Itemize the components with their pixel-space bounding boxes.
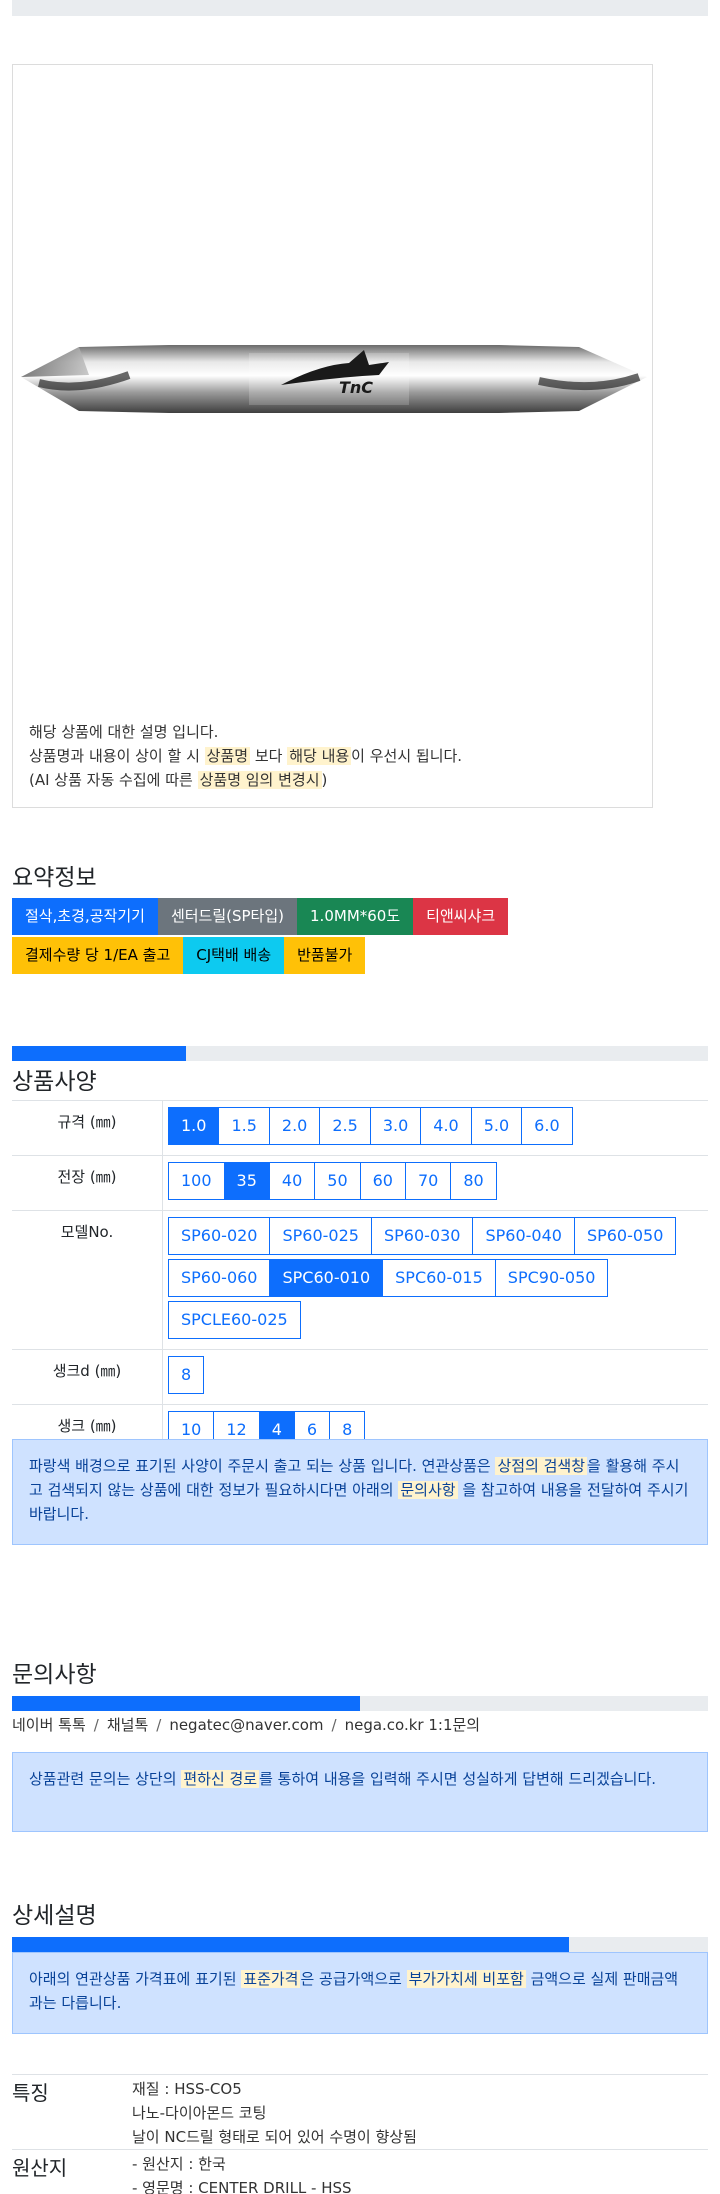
inquiry-progress-bar (12, 1696, 708, 1711)
spec-option-button[interactable]: 4.0 (420, 1107, 472, 1145)
spec-option-button[interactable]: SP60-030 (370, 1217, 474, 1255)
summary-badge: 절삭,초경,공작기기 (12, 898, 158, 935)
channel-separator: / (331, 1716, 337, 1734)
contact-channels: 네이버 톡톡 / 채널톡 / negatec@naver.com / nega.co.kr … (12, 1714, 480, 1735)
spec-option-button[interactable]: 40 (268, 1162, 316, 1200)
specs-progress-bar (12, 1046, 708, 1061)
spec-option-group: SP60-020 SP60-025 SP60-030 SP60-040 SP60-050… (168, 1217, 708, 1343)
desc-line-2: 상품명과 내용이 상이 할 시 상품명 보다 해당 내용 이 우선시 됩니다. (29, 747, 463, 765)
spec-option-button[interactable]: 8 (168, 1356, 205, 1394)
feature-line: - 영문명 : CENTER DRILL - HSS (132, 2179, 352, 2194)
spec-label: 생크d (㎜) (12, 1349, 163, 1405)
spec-options: 1.0 1.5 2.0 2.5 3.0 4.0 5.0 6.0 (162, 1100, 708, 1156)
specs-notice: 파랑색 배경으로 표기된 사양이 주문시 출고 되는 상품 입니다. 연관상품은… (12, 1439, 708, 1545)
contact-channel-link[interactable]: 채널톡 (107, 1716, 148, 1734)
feature-label: 특징 (12, 2074, 132, 2150)
spec-option-button[interactable]: 50 (314, 1162, 361, 1200)
feature-row: 원산지 - 원산지 : 한국 - 영문명 : CENTER DRILL - HSS (12, 2149, 708, 2194)
spec-options: 8 (162, 1349, 708, 1405)
spec-option-button[interactable]: 70 (404, 1162, 452, 1200)
channel-separator: / (156, 1716, 162, 1734)
contact-channel-link[interactable]: nega.co.kr 1:1문의 (345, 1716, 481, 1734)
spec-option-button[interactable]: 2.5 (319, 1107, 371, 1145)
spec-options: SP60-020 SP60-025 SP60-030 SP60-040 SP60-050… (162, 1210, 708, 1350)
features-table: 특징 재질 : HSS-CO5 나노-다이아몬드 코팅날이 NC드릴 형태로 되어 … (12, 2074, 708, 2194)
spec-option-button[interactable]: 2.0 (268, 1107, 321, 1145)
spec-option-button[interactable]: SP60-060 (168, 1259, 271, 1297)
summary-badge: 티앤씨샤크 (413, 898, 509, 935)
summary-title: 요약정보 (12, 865, 97, 891)
specs-progress-fill (12, 1046, 186, 1061)
spec-row: 모델No. SP60-020 SP60-025 SP60-030 SP60-040 SP6… (12, 1210, 708, 1350)
spec-label: 모델No. (12, 1210, 163, 1350)
summary-badge: 반품불가 (284, 937, 366, 974)
spec-option-group: 8 (168, 1356, 708, 1398)
spec-option-button[interactable]: SPC90-050 (494, 1259, 609, 1297)
inquiry-notice: 상품관련 문의는 상단의 편하신 경로 를 통하여 내용을 입력해 주시면 성실하… (12, 1752, 708, 1832)
product-image-center-drill: TnC (21, 345, 647, 413)
spec-row: 규격 (㎜) 1.0 1.5 2.0 2.5 3.0 4.0 5.0 6.0 (12, 1100, 708, 1156)
spec-option-button[interactable]: 60 (359, 1162, 406, 1200)
spec-option-button[interactable]: 80 (450, 1162, 497, 1200)
feature-row: 특징 재질 : HSS-CO5 나노-다이아몬드 코팅날이 NC드릴 형태로 되어 … (12, 2074, 708, 2150)
spec-option-button[interactable]: SP60-020 (168, 1217, 271, 1255)
spec-option-button[interactable]: SP60-025 (269, 1217, 372, 1255)
feature-line: - 원산지 : 한국 (132, 2155, 226, 2173)
feature-value: - 원산지 : 한국 - 영문명 : CENTER DRILL - HSS (132, 2149, 708, 2194)
spec-option-button[interactable]: SPC60-015 (382, 1259, 496, 1297)
spec-label: 전장 (㎜) (12, 1155, 163, 1211)
spec-option-button[interactable]: 1.0 (168, 1107, 220, 1145)
inquiry-title: 문의사항 (12, 1662, 97, 1688)
feature-line: 날이 NC드릴 형태로 되어 있어 수명이 향상됨 (132, 2128, 417, 2146)
detail-progress-bar (12, 1937, 708, 1952)
channel-separator: / (93, 1716, 99, 1734)
desc-line-3: (AI 상품 자동 수집에 따른 상품명 임의 변경시) (29, 771, 328, 789)
spec-row: 생크d (㎜) 8 (12, 1349, 708, 1405)
spec-row: 전장 (㎜) 100 35 40 50 60 70 80 (12, 1155, 708, 1211)
detail-progress-fill (12, 1937, 569, 1952)
summary-badge: CJ택배 배송 (183, 937, 285, 974)
spec-option-button[interactable]: 100 (168, 1162, 225, 1200)
specs-title: 상품사양 (12, 1069, 97, 1095)
desc-line-1: 해당 상품에 대한 설명 입니다. (29, 723, 219, 741)
product-card: TnC 해당 상품에 대한 설명 입니다. 상품명과 내용이 상이 할 시 상품… (12, 64, 653, 808)
spec-option-button[interactable]: 3.0 (369, 1107, 422, 1145)
feature-label: 원산지 (12, 2149, 132, 2194)
contact-channel-link[interactable]: negatec@naver.com (169, 1716, 323, 1734)
spec-label: 규격 (㎜) (12, 1100, 163, 1156)
detail-notice: 아래의 연관상품 가격표에 표기된 표준가격 은 공급가액으로 부가가치세 비포함… (12, 1952, 708, 2034)
spec-option-button[interactable]: SPC60-010 (269, 1259, 384, 1297)
product-description: 해당 상품에 대한 설명 입니다. 상품명과 내용이 상이 할 시 상품명 보다… (29, 720, 462, 792)
detail-title: 상세설명 (12, 1903, 97, 1929)
spec-table: 규격 (㎜) 1.0 1.5 2.0 2.5 3.0 4.0 5.0 6.0 전장 (㎜) 100 3… (12, 1100, 708, 1460)
contact-channel-link[interactable]: 네이버 톡톡 (12, 1716, 86, 1734)
summary-badges-row2: 결제수량 당 1/EA 출고 CJ택배 배송 반품불가 (12, 937, 366, 974)
spec-option-button[interactable]: 5.0 (470, 1107, 523, 1145)
summary-badge: 결제수량 당 1/EA 출고 (12, 937, 184, 974)
feature-value: 재질 : HSS-CO5 나노-다이아몬드 코팅날이 NC드릴 형태로 되어 있어… (132, 2074, 708, 2150)
summary-badge: 1.0MM*60도 (297, 898, 414, 935)
spec-option-group: 100 35 40 50 60 70 80 (168, 1162, 708, 1204)
spec-option-button[interactable]: SP60-040 (472, 1217, 575, 1255)
product-logo-text: TnC (339, 378, 373, 397)
spec-option-button[interactable]: SP60-050 (573, 1217, 677, 1255)
spec-options: 100 35 40 50 60 70 80 (162, 1155, 708, 1211)
spec-option-button[interactable]: 1.5 (218, 1107, 270, 1145)
spec-option-button[interactable]: 6.0 (521, 1107, 573, 1145)
summary-badge: 센터드릴(SP타입) (157, 898, 298, 935)
inquiry-progress-fill (12, 1696, 360, 1711)
feature-line: 재질 : HSS-CO5 (132, 2080, 242, 2098)
spec-option-group: 1.0 1.5 2.0 2.5 3.0 4.0 5.0 6.0 (168, 1107, 708, 1149)
spec-option-button[interactable]: 35 (223, 1162, 270, 1200)
spec-option-button[interactable]: SPCLE60-025 (168, 1301, 301, 1339)
summary-badges-row1: 절삭,초경,공작기기 센터드릴(SP타입) 1.0MM*60도 티앤씨샤크 (12, 898, 509, 935)
feature-line: 나노-다이아몬드 코팅 (132, 2104, 267, 2122)
top-progress-bar (12, 0, 708, 16)
